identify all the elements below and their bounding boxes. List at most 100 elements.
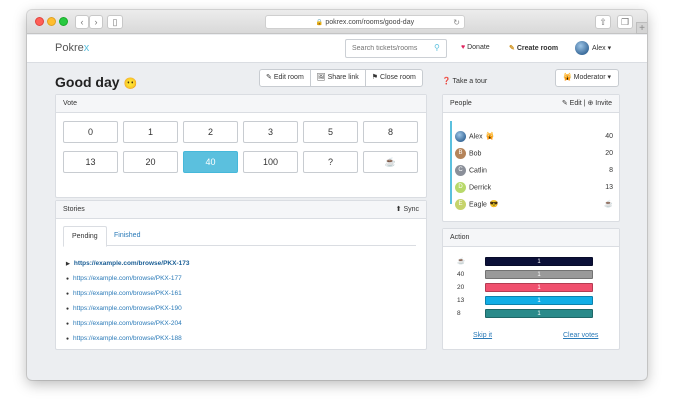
tab-pending[interactable]: Pending (63, 226, 107, 247)
stories-panel: Stories ⬆ Sync Pending Finished ▶ https:/… (55, 200, 427, 350)
donate-label: Donate (467, 44, 490, 51)
vote-card[interactable]: 1 (123, 121, 178, 143)
tab-finished[interactable]: Finished (106, 226, 148, 247)
caret-down-icon: ▾ (607, 45, 612, 52)
new-tab-icon[interactable]: + (636, 22, 647, 34)
room-title-text: Good day (55, 74, 120, 90)
vote-cards: 0 1 2 3 5 8 13 20 40 100? ☕ (63, 121, 418, 173)
share-icon[interactable]: ⇧ (595, 15, 611, 29)
story-link[interactable]: https://example.com/browse/PKX-161 (73, 290, 182, 297)
action-heading: Action (443, 229, 619, 247)
app-logo[interactable]: Pokrex (55, 42, 89, 54)
bullet-icon: ● (66, 276, 70, 282)
reload-icon[interactable]: ↻ (453, 16, 460, 29)
user-avatar[interactable] (575, 41, 589, 55)
story-item[interactable]: ● https://example.com/browse/PKX-161 (66, 290, 182, 297)
person-avatar: B (455, 148, 466, 159)
user-menu[interactable]: Alex ▾ (592, 44, 611, 52)
sync-button[interactable]: ⬆ Sync (396, 201, 419, 219)
moderator-icon: 🙀 (562, 74, 572, 81)
share-link-label: Share link (327, 74, 359, 81)
story-link[interactable]: https://example.com/browse/PKX-190 (73, 305, 182, 312)
person-vote: 13 (605, 184, 613, 191)
story-link[interactable]: https://example.com/browse/PKX-204 (73, 320, 182, 327)
address-bar[interactable]: 🔒 pokrex.com/rooms/good-day ↻ (265, 15, 465, 29)
clear-votes-link[interactable]: Clear votes (563, 332, 598, 339)
story-item[interactable]: ● https://example.com/browse/PKX-190 (66, 305, 182, 312)
edit-icon: ✎ (561, 100, 568, 107)
person-badge: 🙀 (485, 133, 495, 141)
browser-toolbar: ‹ › ▯ 🔒 pokrex.com/rooms/good-day ↻ ⇧ ❐ (27, 10, 647, 34)
person-name: Derrick (469, 184, 492, 192)
vote-panel: Vote 0 1 2 3 5 8 13 20 40 100? ☕ (55, 94, 427, 198)
room-emoji: 😶 (123, 78, 138, 90)
result-bar: 1 (485, 309, 593, 318)
story-item[interactable]: ● https://example.com/browse/PKX-177 (66, 275, 182, 282)
story-link[interactable]: https://example.com/browse/PKX-188 (73, 335, 182, 342)
vote-card[interactable]: 3 (243, 121, 298, 143)
share-icon: 🖼 (316, 74, 326, 81)
vote-card[interactable]: 5 (303, 121, 358, 143)
result-label: 20 (457, 284, 465, 291)
logo-accent: x (83, 42, 90, 54)
vote-card[interactable]: ☕ (363, 151, 418, 173)
search-icon[interactable]: ⚲ (434, 43, 440, 52)
app-header: Pokrex ⚲ ♥ Donate ✎ Create room Alex ▾ (27, 35, 647, 63)
bullet-icon: ● (66, 321, 70, 327)
create-room-link[interactable]: ✎ Create room (509, 44, 558, 52)
play-icon: ▶ (66, 261, 70, 267)
tabs-icon[interactable]: ❐ (617, 15, 633, 29)
vote-card[interactable]: ? (303, 151, 358, 173)
story-link[interactable]: https://example.com/browse/PKX-177 (73, 275, 182, 282)
pencil-icon: ✎ (509, 45, 515, 52)
people-panel: People ✎ Edit | ⊕ Invite Alex 🙀 40 B Bob 20 C C… (442, 94, 620, 222)
invite-label: Invite (595, 100, 612, 107)
vote-card[interactable]: 13 (63, 151, 118, 173)
donate-link[interactable]: ♥ Donate (461, 44, 490, 51)
person-vote: ☕ (604, 201, 613, 208)
person-avatar (455, 131, 466, 142)
close-room-button[interactable]: ⚑ Close room (366, 70, 422, 86)
story-item[interactable]: ● https://example.com/browse/PKX-188 (66, 335, 182, 342)
role-dropdown[interactable]: 🙀 Moderator ▾ (555, 69, 619, 87)
vote-card[interactable]: 40 (183, 151, 238, 173)
edit-people-button[interactable]: ✎ Edit (562, 100, 582, 107)
result-bar: 1 (485, 270, 593, 279)
stories-heading: Stories (63, 206, 85, 213)
create-room-label: Create room (516, 45, 559, 52)
back-icon[interactable]: ‹ (75, 15, 89, 29)
user-name: Alex (592, 45, 606, 52)
heart-icon: ♥ (461, 44, 466, 51)
story-item[interactable]: ● https://example.com/browse/PKX-204 (66, 320, 182, 327)
story-item[interactable]: ▶ https://example.com/browse/PKX-173 (66, 260, 189, 267)
vote-card[interactable]: 100 (243, 151, 298, 173)
vote-card[interactable]: 8 (363, 121, 418, 143)
vote-heading: Vote (56, 95, 426, 113)
sidebar-icon[interactable]: ▯ (107, 15, 123, 29)
vote-card[interactable]: 0 (63, 121, 118, 143)
share-link-button[interactable]: 🖼 Share link (311, 70, 366, 86)
edit-room-label: Edit room (273, 74, 304, 81)
edit-room-button[interactable]: ✎ Edit room (260, 70, 311, 86)
story-link[interactable]: https://example.com/browse/PKX-173 (74, 260, 190, 267)
person-name: Bob (469, 150, 482, 158)
vote-card[interactable]: 2 (183, 121, 238, 143)
person-vote: 20 (605, 150, 613, 157)
close-window-button[interactable] (35, 17, 44, 26)
skip-it-link[interactable]: Skip it (473, 332, 492, 339)
take-tour-link[interactable]: ❓ Take a tour (442, 77, 487, 85)
forward-icon[interactable]: › (89, 15, 103, 29)
minimize-window-button[interactable] (47, 17, 56, 26)
bullet-icon: ● (66, 291, 70, 297)
zoom-window-button[interactable] (59, 17, 68, 26)
person-row: C Catlin 8 (455, 165, 613, 177)
search-input[interactable] (345, 39, 447, 58)
vote-card[interactable]: 20 (123, 151, 178, 173)
logo-text: Pokre (55, 42, 84, 54)
plus-circle-icon: ⊕ (587, 100, 594, 107)
person-row: D Derrick 13 (455, 182, 613, 194)
invite-button[interactable]: ⊕ Invite (587, 100, 612, 107)
person-vote: 8 (609, 167, 613, 174)
result-bar: 1 (485, 283, 593, 292)
person-row: B Bob 20 (455, 148, 613, 160)
